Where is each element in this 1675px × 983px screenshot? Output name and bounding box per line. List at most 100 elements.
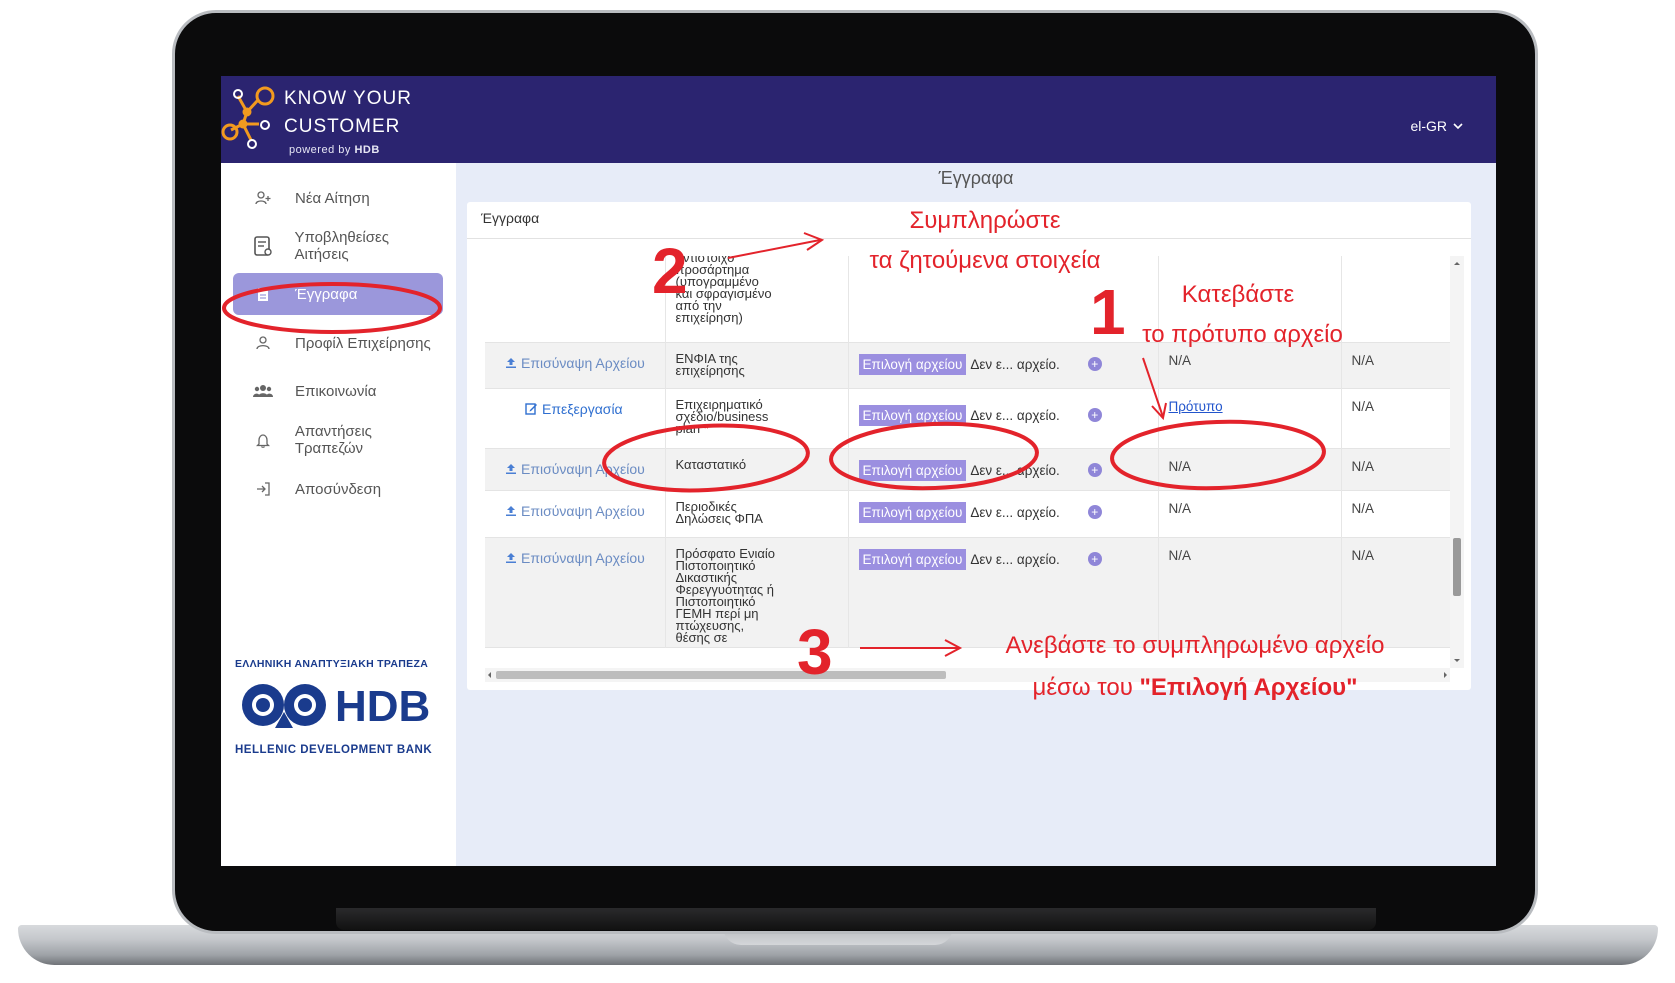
sidebar-item-label: Απαντήσεις Τραπεζών xyxy=(294,423,372,457)
app-logo[interactable]: KNOW YOUR CUSTOMER powered by HDB xyxy=(221,76,456,163)
plus-icon[interactable]: + xyxy=(1087,357,1102,371)
document-name-cell: Περιοδικές Δηλώσεις ΦΠΑ xyxy=(665,490,849,537)
choose-file-button[interactable]: Επιλογή αρχείου xyxy=(858,548,967,570)
choose-file-button[interactable]: Επιλογή αρχείου xyxy=(858,501,967,523)
template-cell: N/A xyxy=(1158,490,1342,537)
scroll-down-icon xyxy=(1454,659,1460,662)
edit-icon xyxy=(525,403,537,415)
sidebar-item-new-application[interactable]: Νέα Αίτηση xyxy=(233,177,443,219)
extra-cell: N/A xyxy=(1341,388,1450,448)
submitted-form-icon xyxy=(251,235,274,257)
logo-line2: CUSTOMER xyxy=(284,116,401,137)
sidebar-item-contact[interactable]: Επικοινωνία xyxy=(233,370,443,412)
sidebar-item-label: Αποσύνδεση xyxy=(295,480,382,498)
step3-line2-prefix: μέσω του xyxy=(1032,674,1140,701)
file-cell: Επιλογή αρχείου Δεν ε... αρχείο. + xyxy=(848,342,1159,388)
sidebar-item-submitted-applications[interactable]: Υποβληθείσες Αιτήσεις xyxy=(233,225,443,267)
table-row: Επεξεργασία Επιχειρηματικό σχέδιο/busine… xyxy=(485,388,1450,448)
sidebar-item-documents[interactable]: Έγγραφα xyxy=(233,273,443,315)
attach-file-link[interactable]: Επισύναψη Αρχείου xyxy=(485,538,665,566)
action-cell: Επισύναψη Αρχείου xyxy=(485,537,666,647)
sidebar-item-bank-responses[interactable]: Απαντήσεις Τραπεζών xyxy=(233,419,443,461)
user-icon xyxy=(251,336,275,350)
extra-cell xyxy=(1341,256,1450,342)
scroll-up-icon xyxy=(1454,262,1460,265)
document-name-cell: Επιχειρηματικό σχέδιο/business plan * xyxy=(665,388,849,448)
document-name-line: επιχείρηση) xyxy=(675,310,743,325)
choose-file-button[interactable]: Επιλογή αρχείου xyxy=(858,353,967,375)
action-cell xyxy=(485,256,666,342)
upload-icon xyxy=(506,357,516,368)
document-name: ΕΝΦΙΑ της επιχείρησης xyxy=(666,343,848,377)
chevron-down-icon xyxy=(1453,123,1463,130)
template-value: N/A xyxy=(1168,500,1192,516)
vertical-scroll-thumb[interactable] xyxy=(1453,538,1461,596)
add-user-icon xyxy=(251,191,275,205)
table-row: Επισύναψη Αρχείου Περιοδικές Δηλώσεις ΦΠ… xyxy=(485,490,1450,537)
sidebar-item-logout[interactable]: Αποσύνδεση xyxy=(233,468,443,510)
file-cell: Επιλογή αρχείου Δεν ε... αρχείο. + xyxy=(848,490,1159,537)
vertical-scrollbar[interactable] xyxy=(1450,256,1464,668)
sidebar-item-business-profile[interactable]: Προφίλ Επιχείρησης xyxy=(233,322,443,364)
hdb-emblem-icon xyxy=(242,684,326,728)
documents-table-viewport[interactable]: αντίστοιχο προσάρτημα (υπογραμμένο και σ… xyxy=(485,256,1450,668)
document-name-line: Καταστατικό xyxy=(675,456,747,472)
sidebar-item-label: Προφίλ Επιχείρησης xyxy=(295,334,431,352)
extra-value: N/A xyxy=(1351,398,1375,414)
file-cell: Επιλογή αρχείου Δεν ε... αρχείο. + xyxy=(848,448,1159,490)
sidebar-item-label: Έγγραφα xyxy=(295,285,358,303)
step1-line2: το πρότυπο αρχείο xyxy=(1142,321,1343,348)
upload-icon xyxy=(506,505,516,516)
logo-powered-by: powered by HDB xyxy=(289,144,380,156)
step3-line2-bold: "Επιλογή Αρχείου" xyxy=(1139,674,1358,701)
language-selector[interactable]: el-GR xyxy=(1410,118,1463,134)
sidebar-item-label: Υποβληθείσες Αιτήσεις xyxy=(294,229,389,263)
document-name-cell: Καταστατικό xyxy=(665,448,849,490)
sidebar-item-label: Επικοινωνία xyxy=(295,382,377,400)
document-icon xyxy=(251,287,275,302)
action-cell: Επισύναψη Αρχείου xyxy=(485,490,666,537)
document-name: Καταστατικό xyxy=(666,449,848,471)
language-label: el-GR xyxy=(1410,118,1447,134)
attach-file-label: Επισύναψη Αρχείου xyxy=(521,549,645,566)
step3-number: 3 xyxy=(797,616,833,688)
upload-icon xyxy=(506,552,516,563)
step2-line2: τα ζητούμενα στοιχεία xyxy=(869,247,1101,274)
plus-icon[interactable]: + xyxy=(1087,552,1102,566)
hdb-logo: HDB xyxy=(235,678,445,736)
plus-icon[interactable]: + xyxy=(1087,505,1102,519)
logo-line1: KNOW YOUR xyxy=(284,88,412,109)
choose-file-button[interactable]: Επιλογή αρχείου xyxy=(858,459,967,481)
upload-icon xyxy=(506,463,516,474)
action-cell: Επισύναψη Αρχείου xyxy=(485,342,666,388)
edit-label: Επεξεργασία xyxy=(542,400,623,417)
sidebar-item-label: Νέα Αίτηση xyxy=(295,189,370,207)
template-download-link[interactable]: Πρότυπο xyxy=(1159,389,1341,414)
attach-file-link[interactable]: Επισύναψη Αρχείου xyxy=(485,491,665,519)
edit-link[interactable]: Επεξεργασία xyxy=(485,389,665,417)
plus-icon[interactable]: + xyxy=(1087,408,1102,422)
extra-value: N/A xyxy=(1351,547,1375,563)
step2-line1: Συμπληρώστε xyxy=(909,207,1061,234)
file-input: Επιλογή αρχείου Δεν ε... αρχείο. + xyxy=(849,538,1158,570)
network-logo-icon xyxy=(221,86,275,149)
card-title: Έγγραφα xyxy=(481,210,540,226)
file-input: Επιλογή αρχείου Δεν ε... αρχείο. + xyxy=(849,491,1158,523)
page-title: Έγγραφα xyxy=(938,168,1014,188)
attach-file-link[interactable]: Επισύναψη Αρχείου xyxy=(485,343,665,371)
extra-value: N/A xyxy=(1351,352,1375,368)
choose-file-button[interactable]: Επιλογή αρχείου xyxy=(858,404,967,426)
table-row: Επισύναψη Αρχείου Καταστατικό Επιλογή αρ… xyxy=(485,448,1450,490)
plus-icon[interactable]: + xyxy=(1087,463,1102,477)
file-cell: Επιλογή αρχείου Δεν ε... αρχείο. + xyxy=(848,388,1159,448)
extra-value: N/A xyxy=(1351,458,1375,474)
template-value: N/A xyxy=(1168,458,1192,474)
no-file-text: Δεν ε... αρχείο. xyxy=(970,504,1060,520)
document-name-cell: αντίστοιχο προσάρτημα (υπογραμμένο και σ… xyxy=(665,256,849,342)
attach-file-link[interactable]: Επισύναψη Αρχείου xyxy=(485,449,665,477)
document-name-cell: ΕΝΦΙΑ της επιχείρησης xyxy=(665,342,849,388)
horizontal-scroll-thumb[interactable] xyxy=(496,671,946,679)
sidebar: Νέα Αίτηση Υποβληθείσες Αιτήσεις Έγγραφα… xyxy=(221,163,456,866)
scroll-right-icon xyxy=(1444,672,1447,678)
step1-line1: Κατεβάστε xyxy=(1181,281,1295,308)
